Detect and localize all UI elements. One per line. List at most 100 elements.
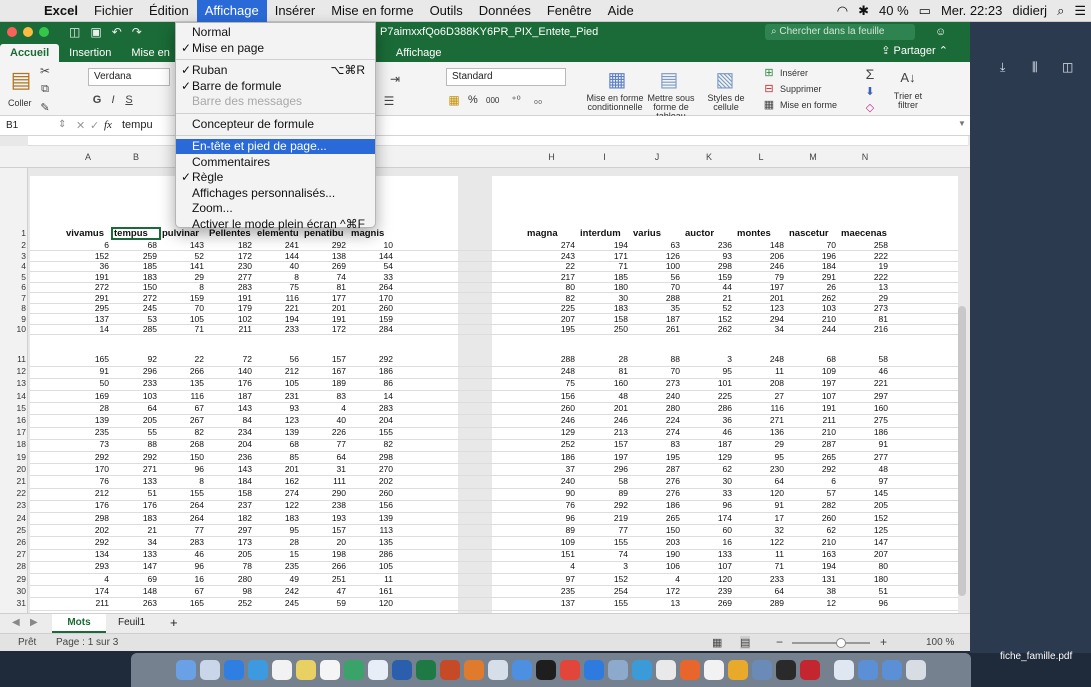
table-cell[interactable]: 28: [64, 403, 109, 413]
table-cell[interactable]: 183: [112, 272, 157, 282]
table-cell[interactable]: 160: [839, 403, 888, 413]
document-icon[interactable]: [834, 660, 854, 680]
save-icon[interactable]: ▣: [90, 25, 101, 39]
table-cell[interactable]: 272: [64, 282, 109, 292]
table-cell[interactable]: 174: [64, 586, 109, 596]
table-cell[interactable]: 69: [112, 574, 157, 584]
table-cell[interactable]: 35: [631, 303, 680, 313]
table-cell[interactable]: 290: [302, 488, 346, 498]
table-cell[interactable]: 183: [255, 513, 299, 523]
table-cell[interactable]: 190: [631, 549, 680, 559]
table-cell[interactable]: 89: [578, 488, 628, 498]
table-cell[interactable]: 172: [302, 324, 346, 334]
zoom-in-icon[interactable]: +: [880, 635, 887, 649]
table-cell[interactable]: 140: [207, 366, 252, 376]
row-number[interactable]: 30: [0, 586, 26, 596]
finder-icon[interactable]: [176, 660, 196, 680]
table-cell[interactable]: 91: [64, 366, 109, 376]
tab-insertion[interactable]: Insertion: [59, 44, 121, 62]
cancel-formula-icon[interactable]: ✕: [76, 119, 85, 132]
table-cell[interactable]: 210: [787, 427, 836, 437]
table-cell[interactable]: 92: [112, 354, 157, 364]
table-cell[interactable]: 156: [525, 391, 575, 401]
zoom-slider-thumb[interactable]: [836, 638, 846, 648]
table-cell[interactable]: 55: [112, 427, 157, 437]
table-cell[interactable]: 120: [735, 488, 784, 498]
table-cell[interactable]: 54: [349, 261, 393, 271]
table-cell[interactable]: 211: [207, 324, 252, 334]
table-cell[interactable]: 258: [839, 240, 888, 250]
table-cell[interactable]: 8: [255, 272, 299, 282]
menu-mise-en-forme[interactable]: Mise en forme: [323, 0, 421, 22]
view-menu-item[interactable]: Normal: [176, 25, 375, 40]
table-cell[interactable]: 96: [525, 513, 575, 523]
table-cell[interactable]: 239: [683, 586, 732, 596]
table-cell[interactable]: 40: [255, 261, 299, 271]
maps-icon[interactable]: [608, 660, 628, 680]
table-cell[interactable]: 139: [64, 415, 109, 425]
table-cell[interactable]: 233: [255, 324, 299, 334]
table-cell[interactable]: 288: [525, 354, 575, 364]
prev-sheet-icon[interactable]: ◀: [12, 617, 20, 628]
font-name-select[interactable]: Verdana: [88, 68, 170, 86]
table-cell[interactable]: 211: [64, 598, 109, 608]
preview-icon[interactable]: [488, 660, 508, 680]
table-cell[interactable]: 59: [302, 598, 346, 608]
table-cell[interactable]: 116: [255, 293, 299, 303]
table-cell[interactable]: 167: [302, 366, 346, 376]
table-cell[interactable]: 53: [112, 314, 157, 324]
table-cell[interactable]: 67: [160, 586, 204, 596]
table-cell[interactable]: 22: [160, 354, 204, 364]
table-cell[interactable]: 266: [160, 366, 204, 376]
table-cell[interactable]: 38: [787, 586, 836, 596]
table-cell[interactable]: 81: [578, 366, 628, 376]
table-cell[interactable]: 243: [525, 251, 575, 261]
table-cell[interactable]: 292: [349, 354, 393, 364]
table-cell[interactable]: 95: [255, 525, 299, 535]
table-cell[interactable]: 183: [112, 513, 157, 523]
column-header-a[interactable]: A: [64, 152, 112, 162]
table-cell[interactable]: 155: [578, 537, 628, 547]
spotlight-icon[interactable]: ⌕: [1052, 3, 1069, 19]
fill-icon[interactable]: ⬇: [862, 84, 878, 98]
table-cell[interactable]: 274: [255, 488, 299, 498]
table-cell[interactable]: 102: [207, 314, 252, 324]
table-cell[interactable]: 221: [839, 378, 888, 388]
table-cell[interactable]: 172: [631, 586, 680, 596]
table-cell[interactable]: 133: [683, 549, 732, 559]
table-cell[interactable]: 172: [207, 251, 252, 261]
table-cell[interactable]: 96: [839, 598, 888, 608]
menu-outils[interactable]: Outils: [422, 0, 471, 22]
table-cell[interactable]: 234: [207, 427, 252, 437]
table-cell[interactable]: 187: [631, 314, 680, 324]
row-number[interactable]: 4: [0, 261, 26, 271]
table-cell[interactable]: 235: [525, 586, 575, 596]
table-cell[interactable]: 135: [160, 378, 204, 388]
table-cell[interactable]: 21: [112, 525, 157, 535]
table-cell[interactable]: 58: [839, 354, 888, 364]
table-cell[interactable]: 269: [683, 598, 732, 608]
view-menu-item[interactable]: ✓ Barre de formule: [176, 79, 375, 94]
table-cell[interactable]: 233: [735, 574, 784, 584]
table-cell[interactable]: 236: [683, 240, 732, 250]
formula-input[interactable]: tempu: [122, 119, 153, 131]
table-cell[interactable]: 266: [302, 561, 346, 571]
table-cell[interactable]: 64: [112, 403, 157, 413]
table-cell[interactable]: 46: [683, 427, 732, 437]
table-cell[interactable]: 186: [839, 427, 888, 437]
table-cell[interactable]: 30: [683, 476, 732, 486]
sheet-tab-mots[interactable]: Mots: [52, 614, 106, 633]
table-cell[interactable]: 137: [525, 598, 575, 608]
table-cell[interactable]: 197: [735, 282, 784, 292]
table-cell[interactable]: 183: [578, 303, 628, 313]
row-number[interactable]: 19: [0, 452, 26, 462]
table-cell[interactable]: 283: [349, 403, 393, 413]
table-cell[interactable]: 29: [160, 272, 204, 282]
table-cell[interactable]: 177: [302, 293, 346, 303]
table-cell[interactable]: 280: [207, 574, 252, 584]
table-cell[interactable]: 95: [683, 366, 732, 376]
table-cell[interactable]: 236: [207, 452, 252, 462]
table-cell[interactable]: 159: [160, 293, 204, 303]
table-cell[interactable]: 296: [578, 464, 628, 474]
table-cell[interactable]: 147: [839, 537, 888, 547]
